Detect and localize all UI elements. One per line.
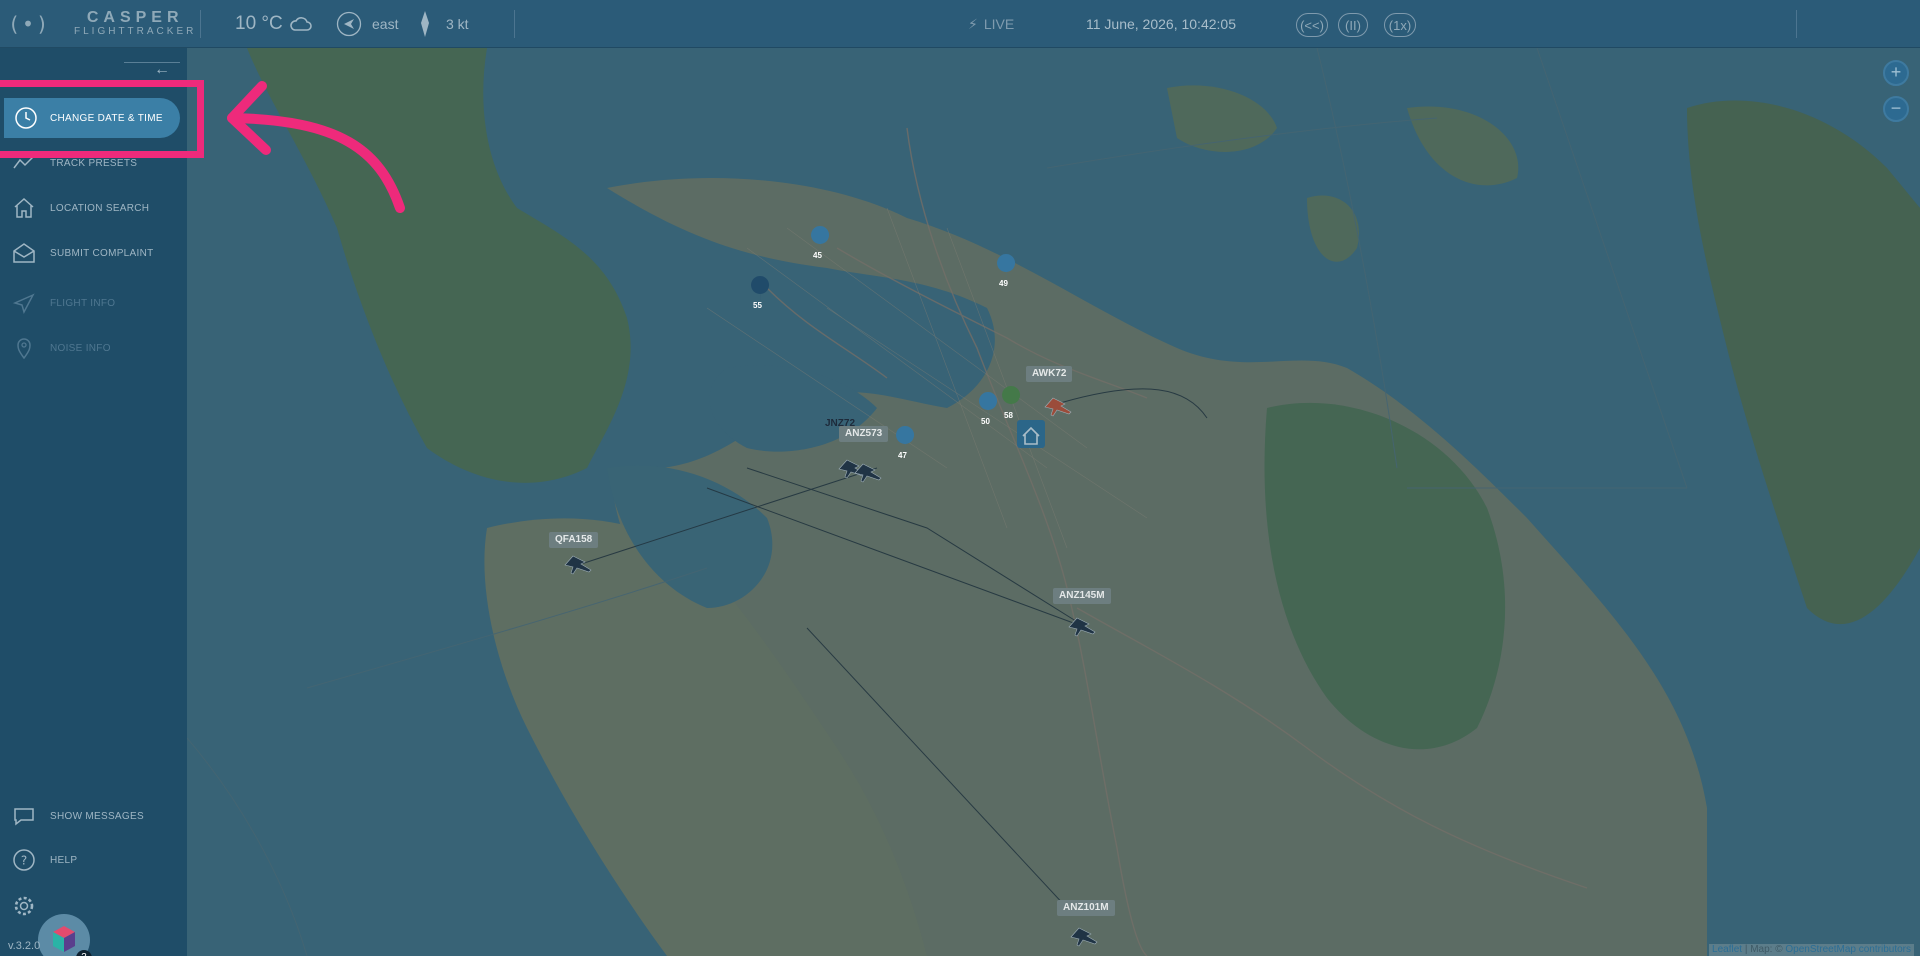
live-label: LIVE <box>983 16 1015 32</box>
pause-button[interactable]: (II) <box>1338 13 1368 37</box>
zoom-in-button[interactable]: + <box>1883 60 1909 86</box>
speech-bubble-icon <box>14 808 34 826</box>
wind-arrow-icon <box>418 0 432 48</box>
wind-speed-text: 3 kt <box>446 16 469 32</box>
noise-monitor-value: 45 <box>813 251 822 260</box>
sidebar-item-flight-info: FLIGHT INFO <box>0 287 187 319</box>
noise-monitor-value: 58 <box>1004 411 1013 420</box>
attribution-text: | Map: © <box>1744 944 1783 955</box>
annotation-arrow-icon <box>227 81 405 213</box>
sidebar-item-label: FLIGHT INFO <box>50 297 116 309</box>
app-window: (•) CASPER FLIGHTTRACKER 10 °C east 3 kt… <box>0 0 1920 956</box>
flight-label[interactable]: ANZ145M <box>1053 588 1111 604</box>
sidebar-item-show-messages[interactable]: SHOW MESSAGES <box>0 800 187 832</box>
gear-icon <box>14 896 34 916</box>
sidebar-item-label: SHOW MESSAGES <box>50 810 144 822</box>
plane-icon <box>12 293 35 314</box>
settings-button[interactable] <box>0 890 187 922</box>
flight-label[interactable]: ANZ101M <box>1057 900 1115 916</box>
sidebar-item-label: HELP <box>50 854 78 866</box>
leaflet-link[interactable]: Leaflet <box>1712 944 1742 955</box>
map-attribution: Leaflet | Map: © OpenStreetMap contribut… <box>1709 944 1914 956</box>
flight-label[interactable]: QFA158 <box>549 532 599 548</box>
sidebar-item-noise-info: NOISE INFO <box>0 332 187 364</box>
current-datetime: 11 June, 2026, 10:42:05 <box>1086 16 1236 32</box>
map-pin-icon <box>17 338 31 359</box>
question-icon: ? <box>13 849 35 871</box>
map-tiles <box>187 48 1920 956</box>
live-indicator[interactable]: ⚡ LIVE <box>968 0 1014 48</box>
map-view[interactable]: 45 49 55 50 58 47 AWK72 ANZ573 JNZ72 QFA… <box>187 48 1920 956</box>
divider <box>1796 10 1797 38</box>
lightning-icon: ⚡ <box>968 15 978 32</box>
flight-label[interactable]: JNZ72 <box>825 416 855 432</box>
noise-monitor-value: 49 <box>999 279 1008 288</box>
noise-monitor-value: 55 <box>753 301 762 310</box>
svg-text:?: ? <box>21 854 27 868</box>
noise-monitor-value: 47 <box>898 451 907 460</box>
divider <box>514 10 515 38</box>
sidebar-item-submit-complaint[interactable]: SUBMIT COMPLAINT <box>0 237 187 269</box>
flight-label[interactable]: AWK72 <box>1026 366 1073 382</box>
noise-monitor-value: 50 <box>981 417 990 426</box>
sidebar-item-label: NOISE INFO <box>50 342 111 354</box>
envelope-icon <box>13 243 35 263</box>
version-label: v.3.2.0 <box>8 940 41 952</box>
sidebar-item-label: SUBMIT COMPLAINT <box>50 247 154 259</box>
rewind-button[interactable]: (<<) <box>1296 13 1328 37</box>
sidebar-item-help[interactable]: ? HELP <box>0 844 187 876</box>
osm-link[interactable]: OpenStreetMap contributors <box>1785 944 1911 955</box>
zoom-out-button[interactable]: − <box>1883 96 1909 122</box>
playback-speed-button[interactable]: (1x) <box>1384 13 1416 37</box>
